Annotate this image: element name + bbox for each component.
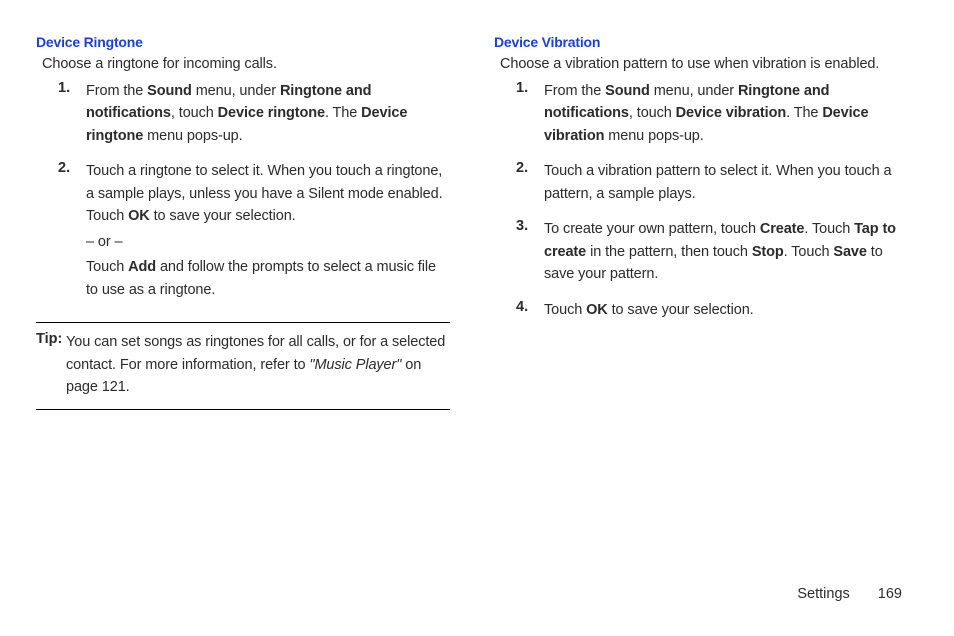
list-item: 4. Touch OK to save your selection. <box>516 299 908 324</box>
step-text: From the Sound menu, under Ringtone and … <box>86 80 450 150</box>
list-item: 1. From the Sound menu, under Ringtone a… <box>58 80 450 150</box>
step-text: Touch a vibration pattern to select it. … <box>544 160 908 208</box>
list-item: 3. To create your own pattern, touch Cre… <box>516 218 908 288</box>
page-body: Device Ringtone Choose a ringtone for in… <box>0 0 954 410</box>
tip-block: Tip: You can set songs as ringtones for … <box>36 322 450 409</box>
footer-section: Settings <box>797 586 849 602</box>
step-number: 1. <box>58 80 86 150</box>
left-column: Device Ringtone Choose a ringtone for in… <box>36 34 450 410</box>
page-footer: Settings 169 <box>797 586 902 602</box>
heading-device-ringtone: Device Ringtone <box>36 34 450 50</box>
step-number: 1. <box>516 80 544 150</box>
or-separator: – or – <box>86 231 450 253</box>
step-text: Touch OK to save your selection. <box>544 299 754 324</box>
tip-label: Tip: <box>36 331 66 398</box>
step-number: 3. <box>516 218 544 288</box>
tip-text: You can set songs as ringtones for all c… <box>66 331 450 398</box>
step-text: From the Sound menu, under Ringtone and … <box>544 80 908 150</box>
step-number: 2. <box>58 160 86 304</box>
list-item: 2. Touch a vibration pattern to select i… <box>516 160 908 208</box>
vibration-steps: 1. From the Sound menu, under Ringtone a… <box>516 80 908 324</box>
step-number: 2. <box>516 160 544 208</box>
step-text: Touch a ringtone to select it. When you … <box>86 160 450 304</box>
heading-device-vibration: Device Vibration <box>494 34 908 50</box>
right-column: Device Vibration Choose a vibration patt… <box>494 34 908 410</box>
list-item: 2. Touch a ringtone to select it. When y… <box>58 160 450 304</box>
intro-vibration: Choose a vibration pattern to use when v… <box>500 56 908 72</box>
list-item: 1. From the Sound menu, under Ringtone a… <box>516 80 908 150</box>
footer-page-number: 169 <box>878 586 902 602</box>
ringtone-steps: 1. From the Sound menu, under Ringtone a… <box>58 80 450 304</box>
step-text: To create your own pattern, touch Create… <box>544 218 908 288</box>
intro-ringtone: Choose a ringtone for incoming calls. <box>42 56 450 72</box>
step-number: 4. <box>516 299 544 324</box>
